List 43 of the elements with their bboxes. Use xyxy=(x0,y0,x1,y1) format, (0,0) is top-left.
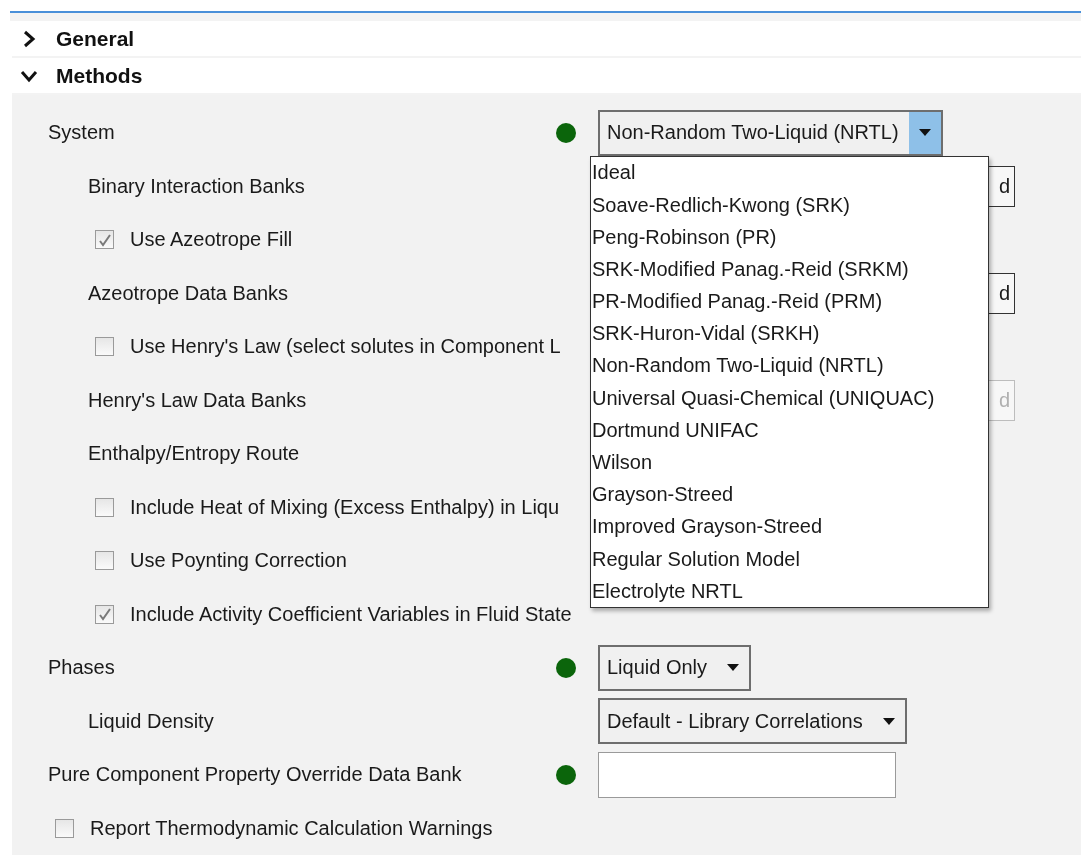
checkbox-label: Use Azeotrope Fill xyxy=(130,228,293,252)
checkbox[interactable] xyxy=(95,230,114,250)
dropdown-option[interactable]: Universal Quasi-Chemical (UNIQUAC) xyxy=(591,382,988,415)
field-label: Azeotrope Data Banks xyxy=(88,281,289,305)
checkbox-label: Include Activity Coefficient Variables in Fluid State xyxy=(130,602,572,626)
dropdown-option[interactable]: Peng-Robinson (PR) xyxy=(591,221,988,254)
checkbox-label: Include Heat of Mixing (Excess Enthalpy) in Liqu xyxy=(130,495,560,519)
dropdown-option[interactable]: Regular Solution Model xyxy=(591,543,988,576)
dropdown-option[interactable]: Ideal xyxy=(591,156,988,189)
dropdown-option[interactable]: Wilson xyxy=(591,446,988,479)
checkbox[interactable] xyxy=(95,497,114,517)
checkbox[interactable] xyxy=(95,551,114,571)
dropdown-option[interactable]: Soave-Redlich-Kwong (SRK) xyxy=(591,188,988,222)
caret-icon xyxy=(882,717,895,725)
dropdown-option[interactable]: Improved Grayson-Streed xyxy=(591,510,988,543)
dropdown[interactable]: Liquid Only xyxy=(598,644,752,691)
dropdown-option[interactable]: Dortmund UNIFAC xyxy=(591,414,988,447)
field-label: System xyxy=(48,121,115,145)
dropdown[interactable]: Default - Library Correlations xyxy=(598,698,907,745)
checkbox-label: Use Poynting Correction xyxy=(130,549,347,573)
input-field[interactable] xyxy=(598,751,896,798)
caret-icon xyxy=(727,664,740,672)
field-label: Binary Interaction Banks xyxy=(88,174,305,198)
field-label: Enthalpy/Entropy Route xyxy=(88,442,300,466)
dropdown-option[interactable]: SRK-Huron-Vidal (SRKH) xyxy=(591,317,988,350)
field-label: Liquid Density xyxy=(88,709,214,733)
checkbox-label: Report Thermodynamic Calculation Warnings xyxy=(90,816,493,840)
dropdown-option[interactable]: SRK-Modified Panag.-Reid (SRKM) xyxy=(591,253,988,286)
checkbox[interactable] xyxy=(95,604,114,624)
checkbox-label: Use Henry's Law (select solutes in Component L xyxy=(130,335,561,359)
dropdown-option[interactable]: Non-Random Two-Liquid (NRTL) xyxy=(591,349,988,383)
section-header[interactable]: General xyxy=(12,26,135,51)
checkbox[interactable] xyxy=(95,337,114,357)
dropdown-option[interactable]: PR-Modified Panag.-Reid (PRM) xyxy=(591,285,988,318)
checkbox[interactable] xyxy=(55,818,74,838)
field-label: Henry's Law Data Banks xyxy=(88,388,307,412)
caret-icon xyxy=(918,129,931,137)
field-label: Phases xyxy=(48,656,115,680)
dropdown[interactable]: Non-Random Two-Liquid (NRTL) xyxy=(598,109,943,156)
section-header[interactable]: Methods xyxy=(12,63,143,88)
field-label: Pure Component Property Override Data Bank xyxy=(48,763,462,787)
dropdown-option[interactable]: Electrolyte NRTL xyxy=(591,575,988,608)
dropdown-option[interactable]: Grayson-Streed xyxy=(591,478,988,511)
